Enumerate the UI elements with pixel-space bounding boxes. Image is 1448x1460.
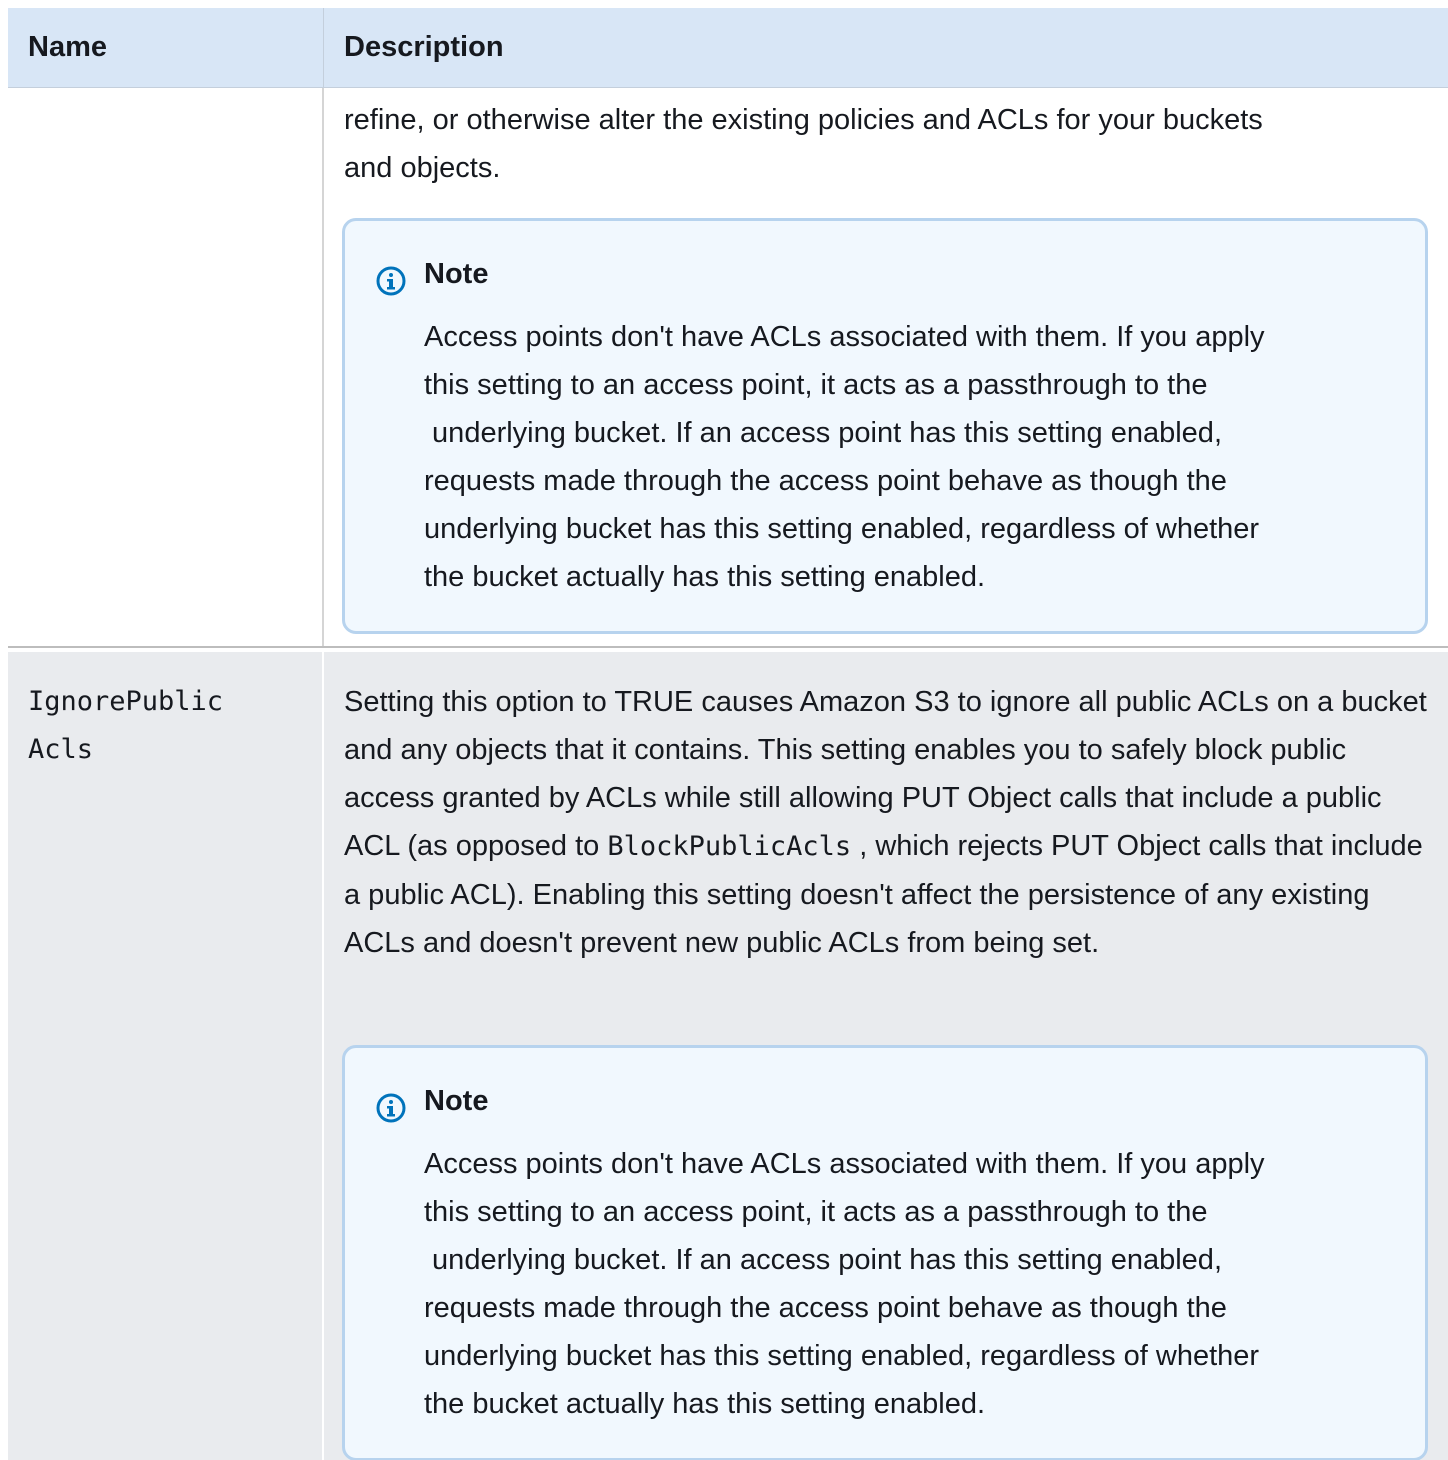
note-title: Note [424, 1085, 489, 1117]
note-line: underlying bucket has this setting enabl… [424, 513, 1260, 545]
column-divider [323, 8, 324, 88]
note-title: Note [424, 258, 489, 290]
note-line: the bucket actually has this setting ena… [424, 561, 986, 593]
note-body: Access points don't have ACLs associated… [424, 1140, 1414, 1428]
name-cell [8, 88, 324, 646]
table-row: refine, or otherwise alter the existing … [8, 88, 1448, 648]
info-icon [376, 266, 406, 296]
description-line: refine, or otherwise alter the existing … [344, 104, 1263, 136]
note-line: Access points don't have ACLs associated… [424, 1148, 1265, 1180]
info-icon [376, 1093, 406, 1123]
setting-description: Setting this option to TRUE causes Amazo… [344, 678, 1434, 967]
setting-name: IgnorePublicAcls [28, 686, 224, 765]
table-row: IgnorePublicAcls Setting this option to … [8, 652, 1448, 1460]
note-line: underlying bucket has this setting enabl… [424, 1340, 1260, 1372]
note-line: the bucket actually has this setting ena… [424, 1388, 986, 1420]
settings-table: Name Description refine, or otherwise al… [8, 8, 1448, 1460]
note-line: underlying bucket. If an access point ha… [424, 1244, 1222, 1276]
column-header-name: Name [28, 31, 107, 63]
note-line: requests made through the access point b… [424, 1292, 1227, 1324]
column-header-description: Description [344, 31, 504, 63]
note-callout: Note Access points don't have ACLs assoc… [342, 218, 1428, 634]
note-line: underlying bucket. If an access point ha… [424, 417, 1222, 449]
note-body: Access points don't have ACLs associated… [424, 313, 1414, 601]
note-line: Access points don't have ACLs associated… [424, 321, 1265, 353]
note-line: requests made through the access point b… [424, 465, 1227, 497]
description-line: and objects. [344, 152, 501, 184]
code-block-public-acls: BlockPublicAcls [607, 831, 852, 862]
note-callout: Note Access points don't have ACLs assoc… [342, 1045, 1428, 1460]
note-line: this setting to an access point, it acts… [424, 369, 1208, 401]
note-line: this setting to an access point, it acts… [424, 1196, 1208, 1228]
setting-description: refine, or otherwise alter the existing … [344, 96, 1434, 192]
name-cell: IgnorePublicAcls [8, 652, 324, 1460]
table-header: Name Description [8, 8, 1448, 88]
